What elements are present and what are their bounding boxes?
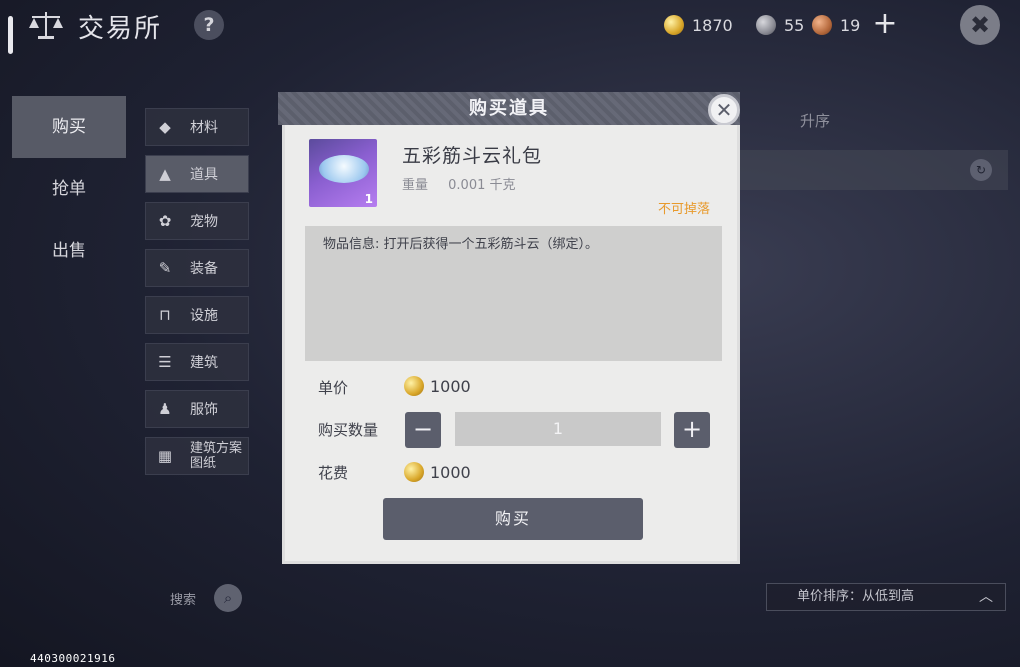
silver-amount: 55 <box>784 15 805 35</box>
gold-amount: 1870 <box>692 15 733 35</box>
potion-icon: ▲ <box>159 165 171 183</box>
unit-price-label: 单价 <box>318 378 349 397</box>
category-label: 道具 <box>190 167 218 183</box>
item-info-box: 物品信息: 打开后获得一个五彩筋斗云（绑定）。 <box>305 226 722 361</box>
drop-status-badge: 不可掉落 <box>658 202 711 217</box>
cost-label: 花费 <box>318 463 349 482</box>
refresh-icon[interactable]: ↻ <box>970 159 992 181</box>
silver-coin-icon <box>756 15 776 35</box>
top-accent-bar <box>8 16 13 54</box>
search-icon[interactable]: ⌕ <box>214 584 243 612</box>
quantity-label: 购买数量 <box>318 420 379 439</box>
buy-item-dialog: 购买道具 ✕ 1 五彩筋斗云礼包 重量 0.001 千克 不可掉落 物品信息: … <box>278 92 740 564</box>
nav-sell[interactable]: 出售 <box>12 220 126 282</box>
item-info-text: 物品信息: 打开后获得一个五彩筋斗云（绑定）。 <box>323 237 599 252</box>
quantity-input[interactable]: 1 <box>455 412 661 446</box>
dialog-title: 购买道具 <box>469 98 549 119</box>
dialog-body: 1 五彩筋斗云礼包 重量 0.001 千克 不可掉落 物品信息: 打开后获得一个… <box>282 125 740 564</box>
sort-label: 单价排序：从低到高 <box>797 589 915 604</box>
search-area: 搜索 ⌕ <box>170 584 243 612</box>
weight-value: 0.001 千克 <box>448 178 516 193</box>
item-thumbnail: 1 <box>309 139 377 207</box>
top-bar: 交易所 ? 1870 55 19 + ✖ <box>0 0 1020 54</box>
add-currency-button[interactable]: + <box>872 9 898 39</box>
category-label: 建筑 <box>190 355 218 371</box>
category-label: 服饰 <box>190 402 218 418</box>
nav-grab-order[interactable]: 抢单 <box>12 158 126 220</box>
paw-icon: ✿ <box>158 212 172 230</box>
buy-button[interactable]: 购买 <box>383 498 643 540</box>
decrease-quantity-button[interactable]: − <box>405 412 441 448</box>
facility-icon: ⊓ <box>159 306 171 324</box>
nav-buy[interactable]: 购买 <box>12 96 126 158</box>
weight-label: 重量 <box>402 178 429 193</box>
category-blueprint[interactable]: ▦ 建筑方案图纸 <box>145 437 249 475</box>
category-pet[interactable]: ✿ 宠物 <box>145 202 249 240</box>
category-label: 宠物 <box>190 214 218 230</box>
category-label: 设施 <box>190 308 218 324</box>
category-material[interactable]: ◆ 材料 <box>145 108 249 146</box>
item-name: 五彩筋斗云礼包 <box>402 145 543 167</box>
category-item[interactable]: ▲ 道具 <box>145 155 249 193</box>
clothing-icon: ♟ <box>158 400 172 418</box>
item-count: 1 <box>364 192 373 206</box>
blueprint-icon: ▦ <box>157 447 173 465</box>
category-label: 装备 <box>190 261 218 277</box>
category-label: 建筑方案图纸 <box>190 441 243 471</box>
scale-icon <box>29 12 63 39</box>
item-weight: 重量 0.001 千克 <box>402 174 516 193</box>
list-row[interactable] <box>740 150 1008 190</box>
player-id: 440300021916 <box>30 652 116 665</box>
copper-amount: 19 <box>840 15 861 35</box>
gold-coin-icon <box>664 15 684 35</box>
help-button[interactable]: ? <box>194 10 224 40</box>
settings-gear-icon[interactable]: ✖ <box>960 5 1000 45</box>
chevron-up-icon: ︿ <box>979 589 993 605</box>
copper-currency: 19 <box>812 14 860 36</box>
category-building[interactable]: ☰ 建筑 <box>145 343 249 381</box>
app-title: 交易所 <box>78 14 163 44</box>
building-icon: ☰ <box>158 353 172 371</box>
gold-coin-icon <box>404 376 424 396</box>
unit-price: 1000 <box>404 376 471 396</box>
copper-coin-icon <box>812 15 832 35</box>
equipment-icon: ✎ <box>158 259 172 277</box>
category-list: ◆ 材料 ▲ 道具 ✿ 宠物 ✎ 装备 ⊓ 设施 ☰ 建筑 ♟ 服饰 ▦ 建筑方… <box>145 108 249 484</box>
cloud-icon <box>319 155 369 183</box>
category-clothing[interactable]: ♟ 服饰 <box>145 390 249 428</box>
sort-dropdown[interactable]: 单价排序：从低到高 ︿ <box>766 583 1006 611</box>
unit-price-value: 1000 <box>430 376 471 396</box>
main-nav: 购买 抢单 出售 <box>12 96 128 282</box>
tab-ascending[interactable]: 升序 <box>800 102 830 140</box>
increase-quantity-button[interactable]: + <box>674 412 710 448</box>
silver-currency: 55 <box>756 14 804 36</box>
category-facility[interactable]: ⊓ 设施 <box>145 296 249 334</box>
material-icon: ◆ <box>159 118 171 136</box>
category-label: 材料 <box>190 120 218 136</box>
total-cost-value: 1000 <box>430 462 471 482</box>
gold-coin-icon <box>404 462 424 482</box>
total-cost: 1000 <box>404 462 471 482</box>
category-equipment[interactable]: ✎ 装备 <box>145 249 249 287</box>
close-icon[interactable]: ✕ <box>708 94 740 126</box>
gold-currency: 1870 <box>664 14 733 36</box>
search-label: 搜索 <box>170 592 197 608</box>
